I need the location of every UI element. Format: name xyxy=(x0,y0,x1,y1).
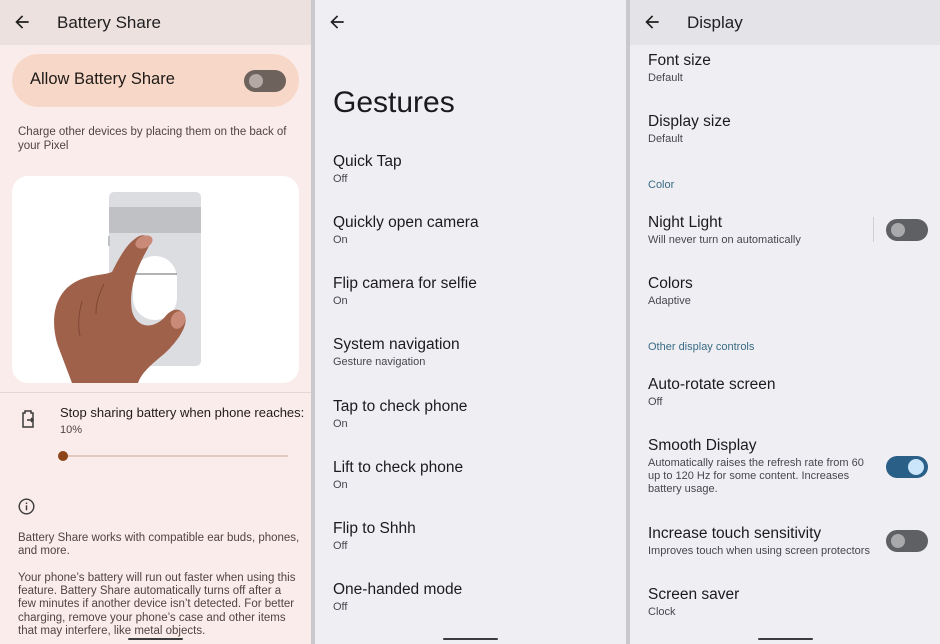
compatibility-note: Battery Share works with compatible ear … xyxy=(18,532,300,558)
item-title: Quickly open camera xyxy=(333,214,479,231)
item-title: Colors xyxy=(648,275,693,292)
item-subtitle: Off xyxy=(333,540,348,552)
battery-share-icon xyxy=(20,410,36,428)
item-title: System navigation xyxy=(333,336,460,353)
gesture-item-quick-tap[interactable]: Quick Tap Off xyxy=(333,152,402,186)
display-item-auto-rotate[interactable]: Auto-rotate screen Off xyxy=(648,375,878,409)
item-subtitle: On xyxy=(333,479,348,491)
gesture-item-tap-to-check[interactable]: Tap to check phone On xyxy=(333,397,467,431)
app-bar: Display xyxy=(630,0,940,45)
item-title: Font size xyxy=(648,52,711,69)
page-title: Battery Share xyxy=(57,13,161,32)
display-item-night-light[interactable]: Night Light Will never turn on automatic… xyxy=(648,213,878,247)
back-button[interactable] xyxy=(642,12,662,32)
item-subtitle: Off xyxy=(333,601,348,613)
display-item-colors[interactable]: Colors Adaptive xyxy=(648,274,878,308)
item-subtitle: Automatically raises the refresh rate fr… xyxy=(648,457,864,495)
item-subtitle: Off xyxy=(648,396,663,408)
display-item-display-size[interactable]: Display size Default xyxy=(648,112,878,146)
item-subtitle: On xyxy=(333,234,348,246)
allow-battery-share-toggle[interactable] xyxy=(244,70,286,92)
divider xyxy=(873,217,874,242)
hand-holding-phone-illustration xyxy=(54,192,201,383)
item-subtitle: Gesture navigation xyxy=(333,356,426,368)
section-header-color: Color xyxy=(648,179,675,191)
item-title: Smooth Display xyxy=(648,437,757,454)
allow-battery-share-row[interactable]: Allow Battery Share xyxy=(12,54,299,107)
item-title: Flip to Shhh xyxy=(333,520,416,537)
divider xyxy=(0,392,311,393)
battery-share-description: Charge other devices by placing them on … xyxy=(18,126,287,152)
item-title: Increase touch sensitivity xyxy=(648,525,822,542)
item-subtitle: Adaptive xyxy=(648,295,691,307)
stop-sharing-value: 10% xyxy=(60,424,83,436)
item-title: Auto-rotate screen xyxy=(648,376,776,393)
item-title: Screen saver xyxy=(648,586,740,603)
arrow-back-icon xyxy=(645,15,659,29)
display-item-font-size[interactable]: Font size Default xyxy=(648,51,878,85)
item-subtitle: Will never turn on automatically xyxy=(648,234,801,246)
gesture-item-flip-to-shhh[interactable]: Flip to Shhh Off xyxy=(333,519,416,553)
app-bar: Battery Share xyxy=(0,0,311,45)
item-title: Tap to check phone xyxy=(333,398,468,415)
display-screen: Display Font size Default Display size D… xyxy=(630,0,940,644)
display-item-screen-saver[interactable]: Screen saver Clock xyxy=(648,585,878,619)
camera-bar xyxy=(109,207,201,233)
section-header-other-display-controls: Other display controls xyxy=(648,341,755,353)
toggle-knob xyxy=(891,223,905,237)
touch-sensitivity-toggle[interactable] xyxy=(886,530,928,552)
app-bar xyxy=(315,0,626,45)
gesture-item-flip-camera[interactable]: Flip camera for selfie On xyxy=(333,274,477,308)
item-subtitle: Default xyxy=(648,133,683,145)
item-title: Quick Tap xyxy=(333,153,402,170)
display-item-touch-sensitivity[interactable]: Increase touch sensitivity Improves touc… xyxy=(648,524,878,558)
item-title: Night Light xyxy=(648,214,723,231)
item-subtitle: On xyxy=(333,418,348,430)
arrow-back-icon xyxy=(15,15,29,29)
slider-thumb[interactable] xyxy=(58,451,68,461)
info-icon xyxy=(18,498,35,515)
item-subtitle: Improves touch when using screen protect… xyxy=(648,545,870,557)
gesture-nav-handle[interactable] xyxy=(128,638,183,640)
display-item-smooth-display[interactable]: Smooth Display Automatically raises the … xyxy=(648,436,878,496)
item-title: One-handed mode xyxy=(333,581,463,598)
item-title: Flip camera for selfie xyxy=(333,275,477,292)
toggle-knob xyxy=(891,534,905,548)
slider-track xyxy=(62,455,288,457)
back-button[interactable] xyxy=(12,12,32,32)
gesture-item-one-handed-mode[interactable]: One-handed mode Off xyxy=(333,580,462,614)
earbuds-case xyxy=(133,256,177,320)
toggle-knob xyxy=(908,459,924,475)
item-subtitle: Default xyxy=(648,72,683,84)
arrow-back-icon xyxy=(330,15,344,29)
night-light-toggle[interactable] xyxy=(886,219,928,241)
battery-share-screen: Battery Share Allow Battery Share Charge… xyxy=(0,0,311,644)
item-title: Display size xyxy=(648,113,731,130)
page-title: Gestures xyxy=(333,86,455,119)
gestures-screen: Gestures Quick Tap Off Quickly open came… xyxy=(315,0,626,644)
gesture-item-lift-to-check[interactable]: Lift to check phone On xyxy=(333,458,463,492)
stop-sharing-label: Stop sharing battery when phone reaches: xyxy=(60,405,305,420)
stop-sharing-slider[interactable] xyxy=(58,448,288,464)
gesture-nav-handle[interactable] xyxy=(758,638,813,640)
battery-share-illustration xyxy=(12,176,299,383)
smooth-display-toggle[interactable] xyxy=(886,456,928,478)
allow-battery-share-label: Allow Battery Share xyxy=(30,70,175,88)
gesture-item-system-navigation[interactable]: System navigation Gesture navigation xyxy=(333,335,460,369)
page-title: Display xyxy=(687,13,743,32)
gesture-item-quickly-open-camera[interactable]: Quickly open camera On xyxy=(333,213,479,247)
item-subtitle: Off xyxy=(333,173,348,185)
gesture-nav-handle[interactable] xyxy=(443,638,498,640)
battery-warning-note: Your phone’s battery will run out faster… xyxy=(18,572,296,637)
item-subtitle: Clock xyxy=(648,606,676,618)
toggle-knob xyxy=(249,74,263,88)
back-button[interactable] xyxy=(327,12,347,32)
item-subtitle: On xyxy=(333,295,348,307)
item-title: Lift to check phone xyxy=(333,459,464,476)
